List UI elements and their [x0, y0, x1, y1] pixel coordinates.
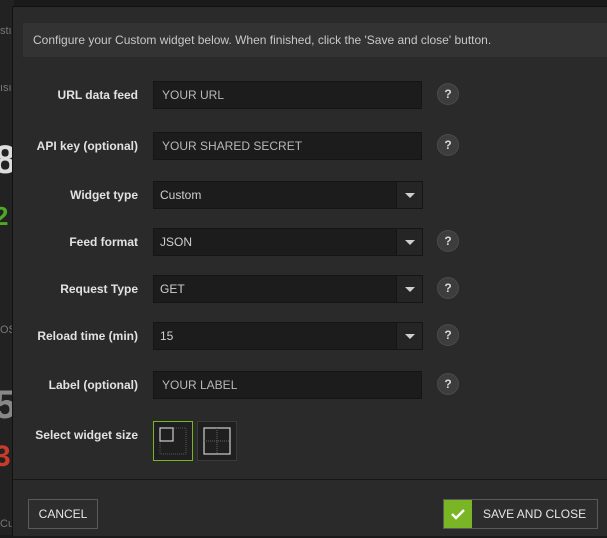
chevron-down-icon: [405, 240, 415, 245]
custom-widget-dialog: Configure your Custom widget below. When…: [12, 6, 607, 536]
label-input[interactable]: [153, 371, 422, 399]
chevron-down-icon: [405, 193, 415, 198]
api-key-row: API key (optional) ?: [13, 132, 607, 162]
label-label: Label (optional): [48, 378, 138, 392]
request-type-value: GET: [160, 282, 185, 296]
save-and-close-button[interactable]: SAVE AND CLOSE: [443, 499, 598, 529]
widget-type-value: Custom: [160, 188, 202, 202]
small-size-icon: [159, 427, 187, 455]
cancel-button[interactable]: CANCEL: [28, 499, 98, 529]
api-key-label: API key (optional): [36, 139, 138, 153]
api-key-input[interactable]: [153, 132, 422, 160]
dropdown-button[interactable]: [396, 229, 422, 255]
instructions-text: Configure your Custom widget below. When…: [23, 23, 607, 57]
label-row: Label (optional) ?: [13, 371, 607, 401]
large-size-icon: [203, 427, 231, 455]
help-icon[interactable]: ?: [437, 324, 459, 346]
widget-size-label: Select widget size: [35, 428, 138, 442]
footer-divider: [13, 479, 607, 480]
size-option-large[interactable]: [197, 421, 237, 461]
feed-format-value: JSON: [160, 235, 193, 249]
help-icon[interactable]: ?: [437, 230, 459, 252]
feed-format-label: Feed format: [69, 235, 138, 249]
dropdown-button[interactable]: [396, 323, 422, 349]
reload-time-value: 15: [160, 329, 174, 343]
save-and-close-label: SAVE AND CLOSE: [483, 507, 587, 521]
help-icon[interactable]: ?: [437, 83, 459, 105]
chevron-down-icon: [405, 334, 415, 339]
chevron-down-icon: [405, 287, 415, 292]
help-icon[interactable]: ?: [437, 134, 459, 156]
request-type-select[interactable]: GET: [153, 275, 423, 303]
dropdown-button[interactable]: [396, 276, 422, 302]
reload-time-label: Reload time (min): [37, 329, 138, 343]
dropdown-button[interactable]: [396, 182, 422, 208]
request-type-row: Request Type GET ?: [13, 275, 607, 305]
feed-format-row: Feed format JSON ?: [13, 228, 607, 258]
reload-time-select[interactable]: 15: [153, 322, 423, 350]
widget-type-row: Widget type Custom: [13, 181, 607, 211]
help-icon[interactable]: ?: [437, 277, 459, 299]
widget-type-label: Widget type: [70, 188, 138, 202]
widget-size-row: Select widget size: [13, 421, 607, 461]
url-label: URL data feed: [57, 88, 138, 102]
widget-type-select[interactable]: Custom: [153, 181, 423, 209]
reload-time-row: Reload time (min) 15 ?: [13, 322, 607, 352]
url-row: URL data feed ?: [13, 81, 607, 111]
help-icon[interactable]: ?: [437, 373, 459, 395]
size-option-small[interactable]: [153, 421, 193, 461]
feed-format-select[interactable]: JSON: [153, 228, 423, 256]
url-input[interactable]: [153, 81, 422, 109]
request-type-label: Request Type: [60, 282, 138, 296]
check-icon: [444, 500, 472, 528]
